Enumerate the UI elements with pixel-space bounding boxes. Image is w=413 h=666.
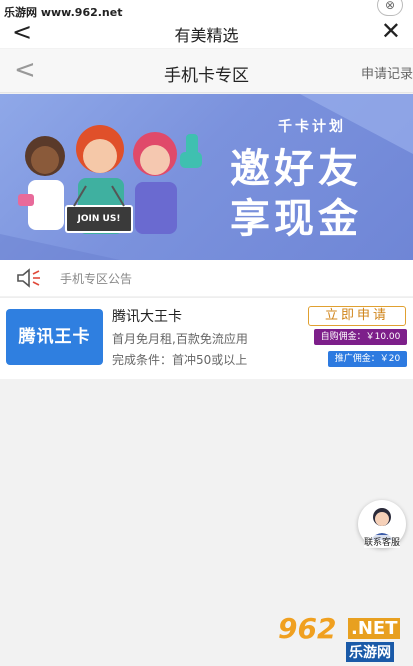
watermark-logo-cn: 乐游网	[346, 642, 394, 662]
promo-commission-badge: 推广佣金：￥20	[328, 351, 407, 367]
top-navigation-bar: < 有美精选 ✕	[0, 18, 413, 48]
service-label: 联系客服	[364, 535, 401, 548]
apply-now-button[interactable]: 立即申请	[308, 306, 406, 326]
card-condition: 完成条件：首冲50或以上	[112, 353, 248, 367]
card-list-item[interactable]: 腾讯王卡 腾讯大王卡 首月免月租,百款免流应用 完成条件：首冲50或以上 立即申…	[0, 297, 413, 379]
page-title: 有美精选	[174, 26, 239, 45]
banner-tagline: 千卡计划	[278, 119, 346, 135]
self-commission-badge: 自购佣金：￥10.00	[314, 329, 407, 345]
apply-record-link[interactable]: 申请记录	[361, 63, 413, 82]
speaker-icon	[17, 268, 40, 288]
customer-service-button[interactable]: 联系客服	[358, 500, 410, 552]
promo-banner[interactable]: JOIN US! 千卡计划 邀好友 享现金	[0, 94, 413, 260]
banner-sign-text: JOIN US!	[77, 214, 121, 224]
watermark-logo: 962 .NET 乐游网	[272, 612, 410, 662]
notice-bar[interactable]: 手机专区公告	[0, 260, 413, 296]
notice-text: 手机专区公告	[60, 272, 133, 286]
close-icon[interactable]: ✕	[381, 18, 401, 44]
watermark-logo-number: 962	[278, 612, 337, 645]
section-title: 手机卡专区	[164, 66, 249, 86]
section-header: < 手机卡专区 申请记录	[0, 49, 413, 93]
card-description: 首月免月租,百款免流应用	[112, 332, 248, 346]
card-name: 腾讯大王卡	[112, 309, 182, 325]
banner-headline-2: 享现金	[230, 196, 362, 242]
watermark-logo-net: .NET	[348, 618, 401, 639]
card-logo: 腾讯王卡	[6, 309, 103, 365]
